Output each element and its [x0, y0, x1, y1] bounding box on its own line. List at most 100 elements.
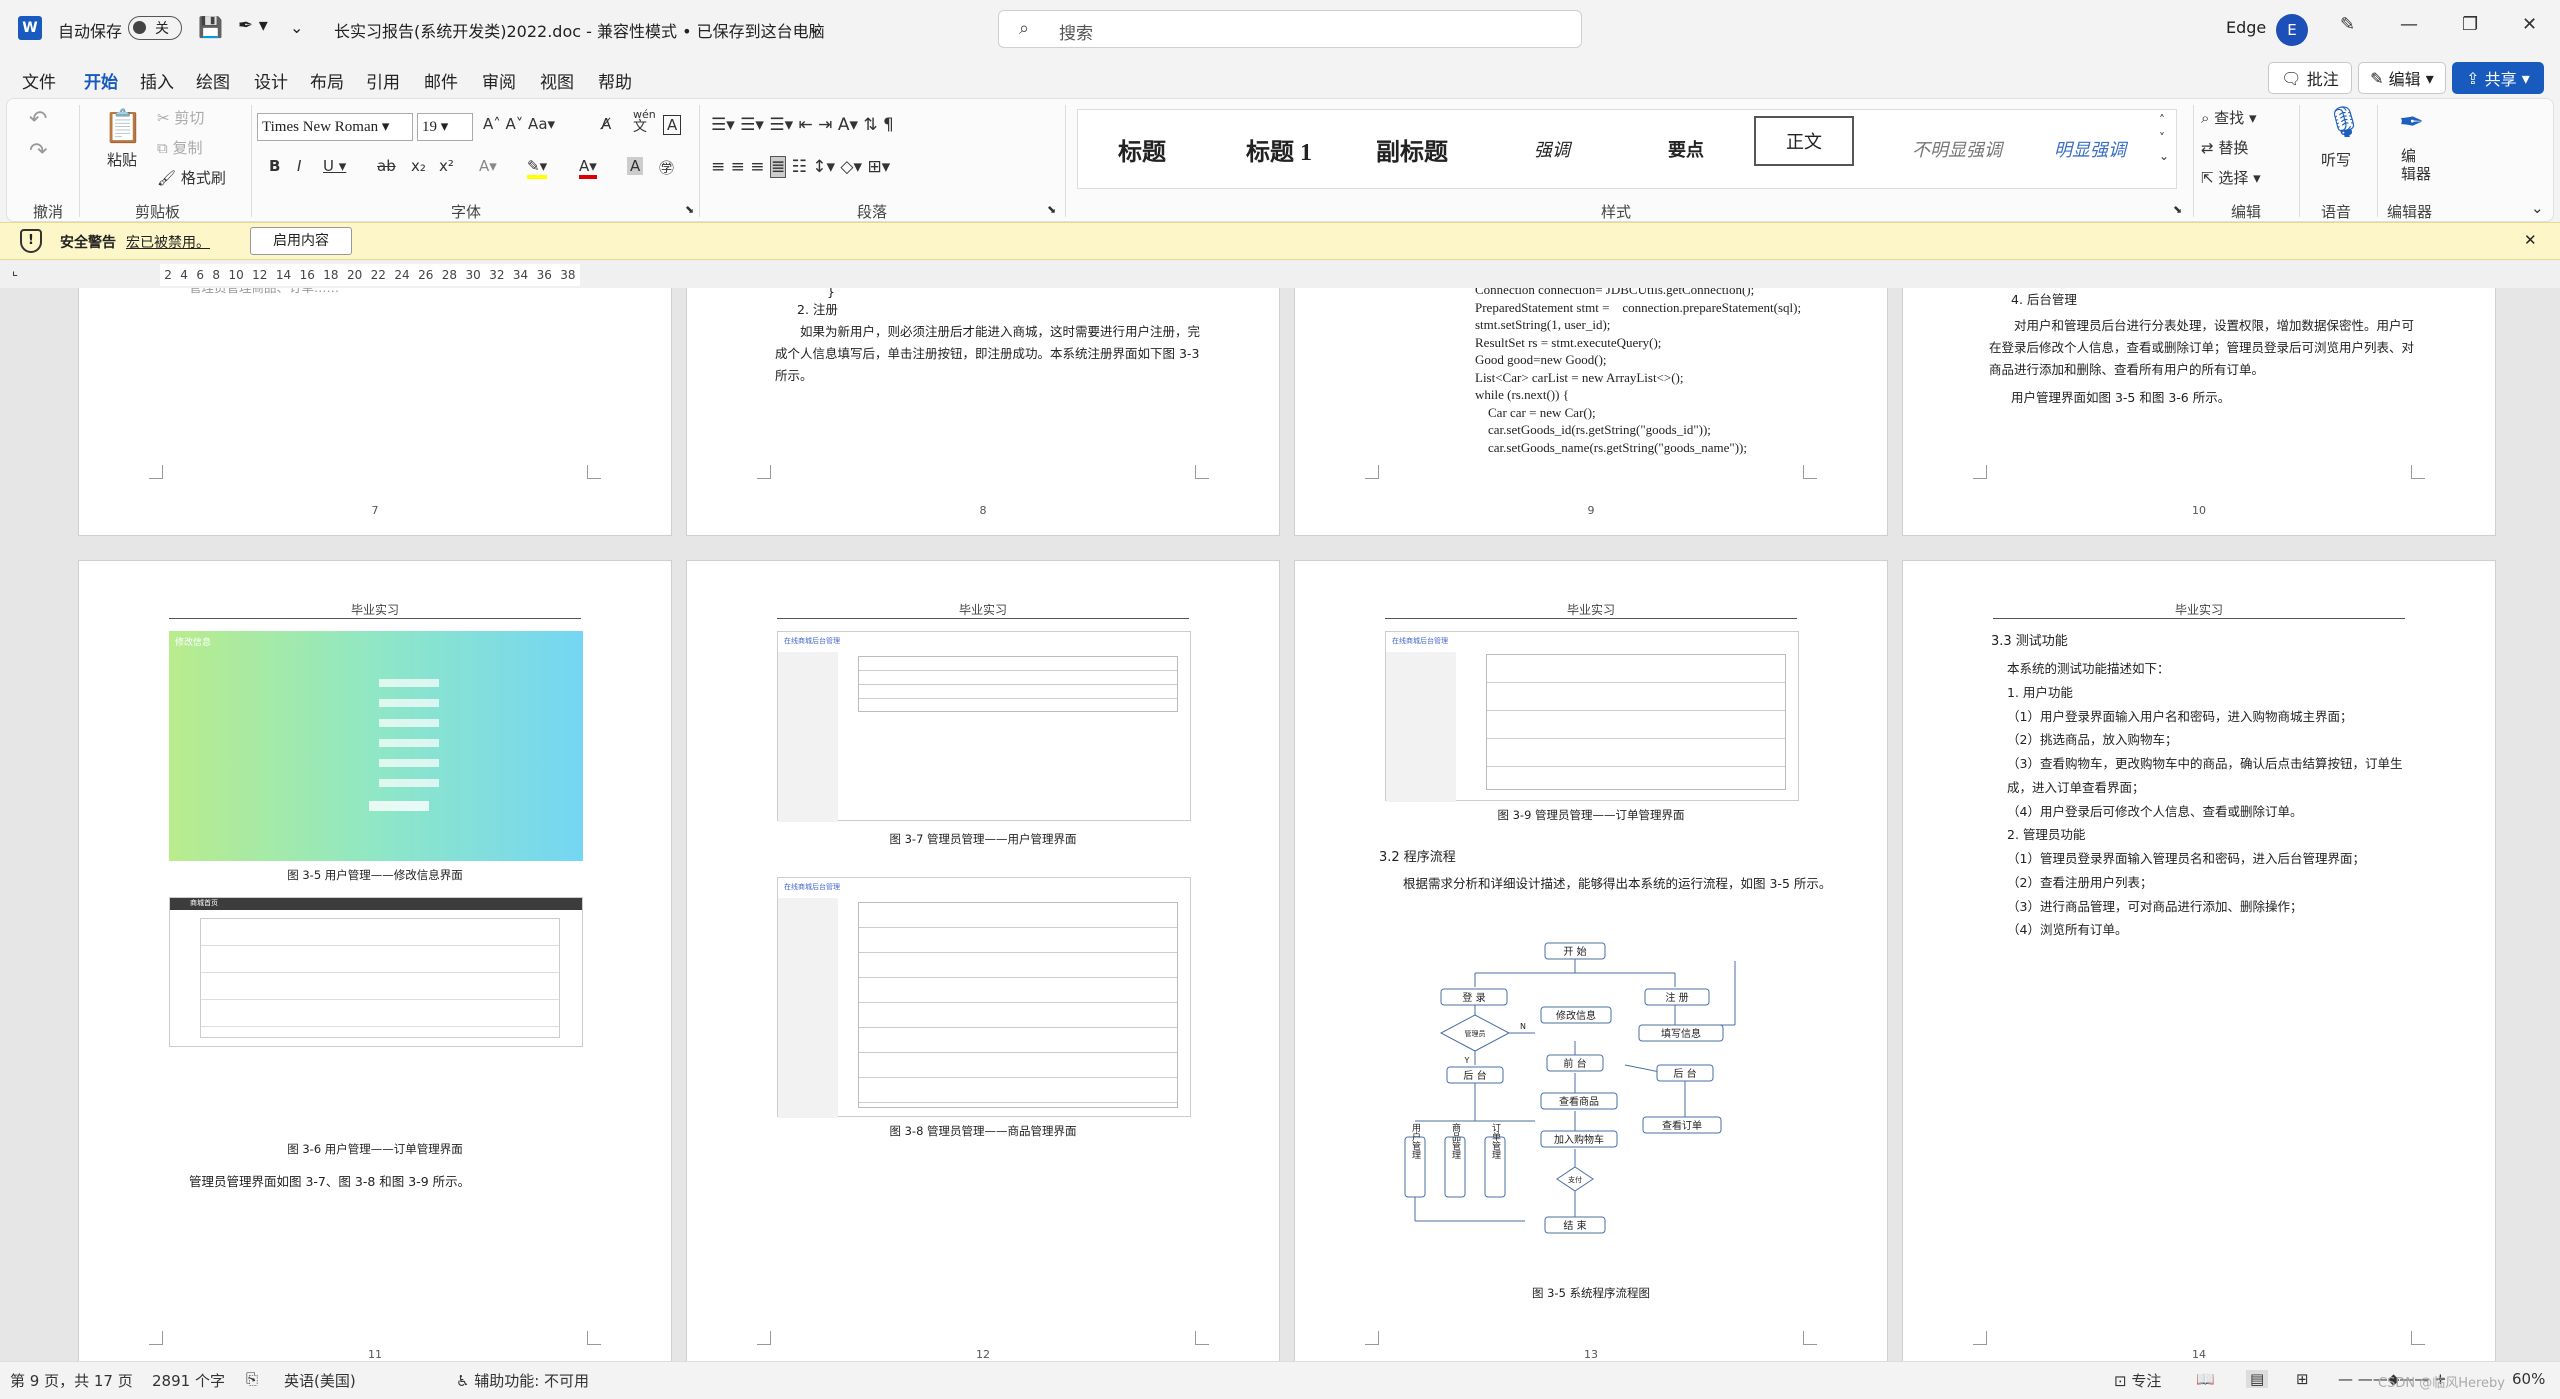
focus-mode[interactable]: ⊡ 专注: [2114, 1370, 2161, 1391]
style-heading1[interactable]: 标题 1: [1246, 132, 1312, 167]
autosave-toggle[interactable]: 关: [128, 16, 182, 40]
page-11[interactable]: 毕业实习 修改信息 图 3-5 用户管理——修改信息界面 商城首页 图 3-6 …: [78, 560, 672, 1361]
word-count[interactable]: 2891 个字: [152, 1370, 225, 1391]
editor-icon[interactable]: ✒: [2399, 105, 2424, 140]
page-8[interactable]: } 2. 注册 如果为新用户，则必须注册后才能进入商城，这时需要进行用户注册，完…: [686, 288, 1280, 536]
editor-button[interactable]: 编 辑器: [2401, 147, 2431, 183]
tab-home[interactable]: 开始: [84, 68, 118, 101]
styles-scroll-icon[interactable]: ˄ ˅ ⌄: [2159, 111, 2169, 165]
replace-button[interactable]: ⇄ 替换: [2201, 137, 2248, 158]
paste-icon[interactable]: 📋: [103, 107, 143, 145]
subscript-icon[interactable]: x₂: [411, 157, 426, 175]
style-normal[interactable]: 正文: [1754, 116, 1854, 166]
tab-references[interactable]: 引用: [366, 68, 400, 93]
char-shading-icon[interactable]: A: [627, 157, 644, 175]
redo-icon[interactable]: ↷: [29, 139, 47, 164]
styles-dialog-icon[interactable]: ⬊: [2173, 203, 2182, 216]
save-icon[interactable]: 💾: [198, 15, 223, 39]
code-line: car.setGoods_name(rs.getString("goods_na…: [1475, 439, 1747, 455]
paragraph-dialog-icon[interactable]: ⬊: [1047, 203, 1056, 216]
underline-icon[interactable]: U ▾: [323, 157, 346, 175]
style-emphasis[interactable]: 强调: [1534, 136, 1570, 162]
read-mode-icon[interactable]: 📖: [2196, 1370, 2215, 1388]
page-10[interactable]: 4. 后台管理 对用户和管理员后台进行分表处理，设置权限，增加数据保密性。用户可…: [1902, 288, 2496, 536]
font-size-select[interactable]: 19 ▾: [417, 113, 473, 141]
format-painter-button[interactable]: 🖌 格式刷: [157, 167, 226, 188]
style-strong[interactable]: 要点: [1668, 136, 1704, 162]
font-name-select[interactable]: Times New Roman ▾: [257, 113, 413, 141]
clear-format-icon[interactable]: A̸: [601, 115, 611, 133]
font-dialog-icon[interactable]: ⬊: [685, 203, 694, 216]
bullets-icon[interactable]: ☰▾ ☰▾ ☰▾ ⇤ ⇥ A▾ ⇅ ¶: [711, 115, 894, 135]
phonetic-icon[interactable]: wén 文: [633, 109, 656, 134]
page-count[interactable]: 第 9 页，共 17 页: [10, 1370, 133, 1391]
copy-button[interactable]: ⧉ 复制: [157, 137, 203, 158]
page-12[interactable]: 毕业实习 在线商城后台管理 图 3-7 管理员管理——用户管理界面 在线商城后台…: [686, 560, 1280, 1361]
pen-icon[interactable]: ✎: [2340, 14, 2355, 35]
tab-insert[interactable]: 插入: [140, 68, 174, 93]
page-13[interactable]: 毕业实习 在线商城后台管理 图 3-9 管理员管理——订单管理界面 3.2 程序…: [1294, 560, 1888, 1361]
strikethrough-icon[interactable]: ab: [377, 157, 396, 175]
language[interactable]: 英语(美国): [284, 1370, 356, 1391]
tab-file[interactable]: 文件: [22, 68, 56, 93]
enable-content-button[interactable]: 启用内容: [250, 227, 352, 255]
restore-icon[interactable]: ❐: [2462, 14, 2478, 35]
italic-icon[interactable]: I: [297, 157, 301, 175]
style-subtle-emphasis[interactable]: 不明显强调: [1912, 136, 2002, 162]
edit-mode-button[interactable]: ✎ 编辑 ▾: [2358, 62, 2446, 94]
undo-icon[interactable]: ↶: [29, 107, 47, 132]
microphone-icon[interactable]: 🎙: [2325, 105, 2363, 140]
tab-review[interactable]: 审阅: [482, 68, 516, 93]
code-block: Connection connection= JDBCUtils.getConn…: [1475, 288, 1801, 456]
text-effects-icon[interactable]: A▾: [479, 157, 497, 175]
accessibility-status[interactable]: ♿ 辅助功能: 不可用: [456, 1370, 589, 1391]
tab-layout[interactable]: 布局: [310, 68, 344, 93]
tab-help[interactable]: 帮助: [598, 68, 632, 93]
customize-qat-icon[interactable]: ⌄: [290, 18, 303, 37]
find-button[interactable]: ⌕ 查找 ▾: [2201, 107, 2257, 128]
divider: [79, 105, 80, 217]
tab-stop-icon[interactable]: ⌞: [12, 264, 18, 279]
document-area[interactable]: 管理员管理商品、订单…… 7 } 2. 注册 如果为新用户，则必须注册后才能进入…: [0, 288, 2560, 1361]
share-button[interactable]: ⇪ 共享 ▾: [2452, 62, 2544, 94]
style-title[interactable]: 标题: [1118, 132, 1166, 167]
cut-button[interactable]: ✂ 剪切: [157, 107, 204, 128]
style-subtitle[interactable]: 副标题: [1376, 132, 1448, 167]
select-button[interactable]: ⇱ 选择 ▾: [2201, 167, 2261, 188]
document-title[interactable]: 长实习报告(系统开发类)2022.doc - 兼容性模式 • 已保存到这台电脑: [334, 18, 825, 42]
profile-name[interactable]: Edge: [2226, 18, 2266, 37]
page-14[interactable]: 毕业实习 3.3 测试功能 本系统的测试功能描述如下： 1. 用户功能 （1）用户登…: [1902, 560, 2496, 1361]
paste-button[interactable]: 粘贴: [107, 149, 137, 170]
zoom-level[interactable]: 60%: [2512, 1370, 2545, 1388]
close-icon[interactable]: ✕: [2522, 14, 2537, 35]
bold-icon[interactable]: B: [269, 157, 280, 175]
tab-draw[interactable]: 绘图: [196, 68, 230, 93]
collapse-ribbon-icon[interactable]: ⌄: [2531, 199, 2544, 217]
web-layout-icon[interactable]: ⊞: [2296, 1370, 2309, 1388]
font-color-icon[interactable]: A▾: [579, 157, 597, 179]
dictate-button[interactable]: 听写: [2321, 149, 2351, 170]
proofing-icon[interactable]: ⎘: [246, 1370, 258, 1388]
char-border-icon[interactable]: A: [663, 115, 682, 135]
enclose-char-icon[interactable]: ㊫: [659, 157, 674, 178]
comment-button[interactable]: 🗨 批注: [2268, 62, 2352, 94]
superscript-icon[interactable]: x²: [439, 157, 454, 175]
search-box[interactable]: ⌕ 搜索: [998, 10, 1582, 48]
avatar[interactable]: E: [2276, 14, 2308, 46]
minimize-icon[interactable]: —: [2400, 14, 2418, 35]
align-icons[interactable]: ≡ ≡ ≡ ≣ ☷ ↕▾ ◇▾ ⊞▾: [711, 156, 890, 178]
close-icon[interactable]: ✕: [2524, 231, 2537, 249]
page-7[interactable]: 管理员管理商品、订单…… 7: [78, 288, 672, 536]
title-dropdown-icon[interactable]: ⌄: [808, 18, 821, 37]
security-message[interactable]: 宏已被禁用。: [126, 232, 210, 252]
page-9[interactable]: Connection connection= JDBCUtils.getConn…: [1294, 288, 1888, 536]
ruler-scale[interactable]: 2 4 6 8 10 12 14 16 18 20 22 24 26 28 30 32 34 36 38: [160, 264, 580, 286]
quick-access-icon[interactable]: ✒ ▾: [238, 15, 268, 36]
highlight-icon[interactable]: ✎▾: [527, 157, 548, 179]
grow-font-icon[interactable]: A˄ A˅ Aa▾: [483, 115, 555, 133]
tab-mailings[interactable]: 邮件: [424, 68, 458, 93]
tab-design[interactable]: 设计: [254, 68, 288, 93]
tab-view[interactable]: 视图: [540, 68, 574, 93]
print-layout-icon[interactable]: ▤: [2246, 1370, 2269, 1388]
style-intense-emphasis[interactable]: 明显强调: [2054, 136, 2126, 162]
